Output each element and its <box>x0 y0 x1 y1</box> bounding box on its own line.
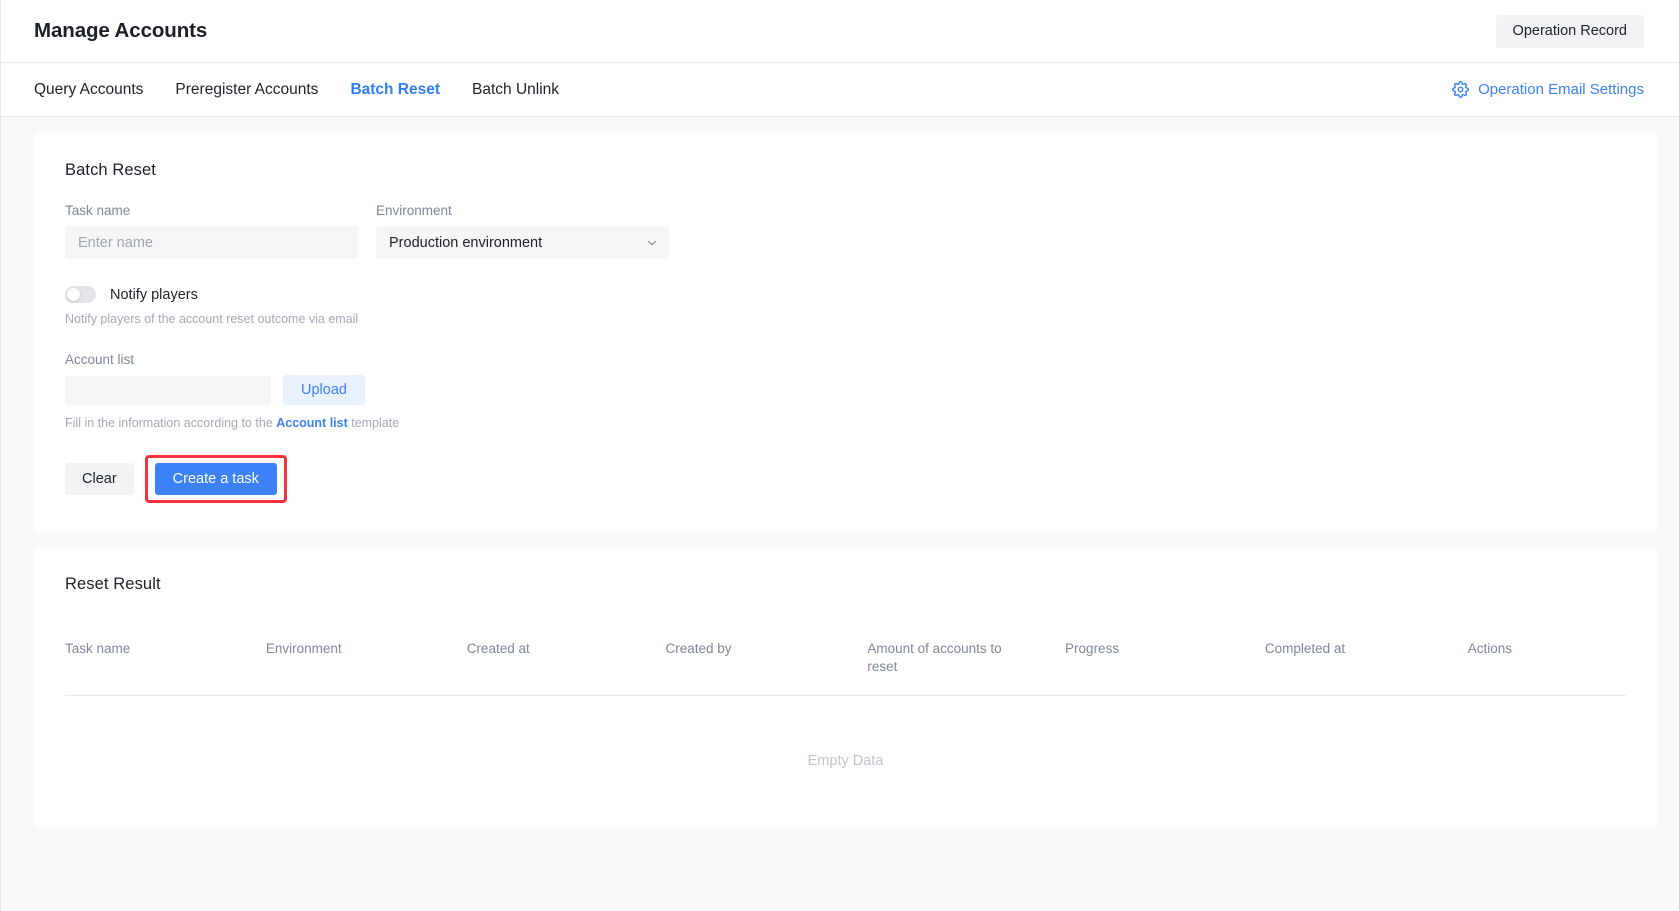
table-header-row: Task name Environment Created at Created… <box>65 640 1626 696</box>
environment-selected-value: Production environment <box>389 234 543 251</box>
column-header-actions: Actions <box>1467 641 1513 656</box>
column-header-created-at: Created at <box>466 641 530 656</box>
account-list-template-link[interactable]: Account list <box>276 416 348 430</box>
reset-result-card-title: Reset Result <box>65 575 161 593</box>
account-list-template-hint: Fill in the information according to the… <box>65 416 1626 430</box>
tab-query-accounts[interactable]: Query Accounts <box>34 77 143 103</box>
reset-result-table-head: Task name Environment Created at Created… <box>65 640 1626 696</box>
column-header-progress: Progress <box>1065 641 1120 656</box>
template-hint-suffix: template <box>347 416 400 430</box>
tab-batch-reset[interactable]: Batch Reset <box>350 77 440 103</box>
notify-players-toggle[interactable] <box>65 286 96 303</box>
operation-email-settings-link[interactable]: Operation Email Settings <box>1452 81 1644 98</box>
empty-data-message: Empty Data <box>807 753 884 770</box>
column-header-completed-at: Completed at <box>1264 641 1346 656</box>
column-header-created-by: Created by <box>665 641 732 656</box>
environment-field: Environment Production environment <box>376 203 669 259</box>
batch-reset-card: Batch Reset Task name Environment Produc… <box>33 133 1658 533</box>
task-name-field: Task name <box>65 203 358 259</box>
page-title: Manage Accounts <box>34 19 208 42</box>
form-action-row: Clear Create a task <box>65 455 1626 503</box>
form-row-primary: Task name Environment Production environ… <box>65 203 1626 259</box>
app-frame: Manage Accounts Operation Record Query A… <box>0 0 1679 911</box>
page-header: Manage Accounts Operation Record <box>1 0 1679 63</box>
account-list-field: Account list Upload Fill in the informat… <box>65 352 1626 430</box>
notify-players-hint: Notify players of the account reset outc… <box>65 312 359 326</box>
account-list-upload-row: Upload <box>65 375 1626 405</box>
content-area: Batch Reset Task name Environment Produc… <box>1 117 1679 911</box>
task-name-label: Task name <box>65 203 131 218</box>
batch-reset-card-title: Batch Reset <box>65 161 156 179</box>
template-hint-prefix: Fill in the information according to the <box>65 416 277 430</box>
create-task-highlight: Create a task <box>144 455 287 503</box>
operation-email-settings-label: Operation Email Settings <box>1478 81 1644 98</box>
environment-label: Environment <box>376 203 452 218</box>
task-name-input[interactable] <box>65 226 358 259</box>
reset-result-card: Reset Result Task name Environment Creat… <box>33 547 1658 828</box>
create-a-task-button[interactable]: Create a task <box>154 463 277 495</box>
column-header-environment: Environment <box>265 641 342 656</box>
account-list-label: Account list <box>65 352 135 367</box>
clear-button[interactable]: Clear <box>65 463 134 495</box>
tab-list: Query Accounts Preregister Accounts Batc… <box>34 77 559 103</box>
reset-result-table: Task name Environment Created at Created… <box>65 640 1626 696</box>
toggle-knob <box>67 288 80 301</box>
operation-record-button[interactable]: Operation Record <box>1495 14 1644 48</box>
notify-players-label: Notify players <box>110 286 198 303</box>
tab-bar: Query Accounts Preregister Accounts Batc… <box>1 63 1679 117</box>
environment-select[interactable]: Production environment <box>376 226 669 259</box>
tab-preregister-accounts[interactable]: Preregister Accounts <box>175 77 318 103</box>
column-header-task-name: Task name <box>65 641 131 656</box>
notify-players-row: Notify players <box>65 286 1626 303</box>
account-list-input[interactable] <box>65 375 271 405</box>
gear-icon <box>1452 81 1470 98</box>
tab-batch-unlink[interactable]: Batch Unlink <box>472 77 559 103</box>
upload-button[interactable]: Upload <box>283 375 365 405</box>
environment-select-wrap: Production environment <box>376 226 669 259</box>
column-header-amount-of-accounts-to-reset: Amount of accounts to reset <box>867 641 1002 675</box>
